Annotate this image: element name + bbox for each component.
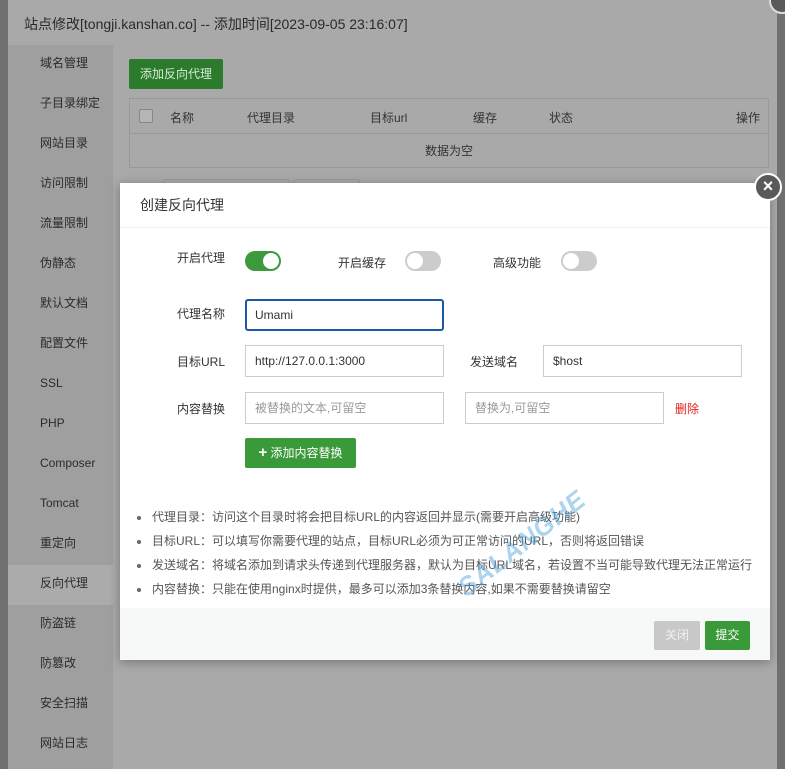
proxy-table: 名称 代理目录 目标url 缓存 状态 操作 数据为空 <box>129 98 769 168</box>
sidebar-item[interactable]: 重定向 <box>8 525 113 565</box>
proxy-name-label: 代理名称 <box>177 307 226 321</box>
advanced-label: 高级功能 <box>493 256 542 270</box>
col-name: 名称 <box>170 111 195 125</box>
dialog-footer: 关闭 提交 <box>120 608 770 660</box>
sidebar-item[interactable]: 流量限制 <box>8 205 113 245</box>
enable-cache-toggle[interactable] <box>405 251 441 271</box>
sidebar-item[interactable]: Tomcat <box>8 485 113 525</box>
delete-replace-link[interactable]: 删除 <box>675 400 699 417</box>
target-url-label: 目标URL <box>177 355 226 369</box>
replace-to-input[interactable]: 替换为,可留空 <box>465 392 664 424</box>
proxy-name-input[interactable]: Umami <box>245 299 444 331</box>
sidebar-item[interactable]: 防盗链 <box>8 605 113 645</box>
enable-proxy-toggle[interactable] <box>245 251 281 271</box>
note-item: 目标URL：可以填写你需要代理的站点，目标URL必须为可正常访问的URL，否则将… <box>136 529 752 553</box>
sidebar: 域名管理 子目录绑定 网站目录 访问限制 流量限制 伪静态 默认文档 配置文件 SSL PHP Co… <box>8 45 113 769</box>
close-button[interactable]: 关闭 <box>654 621 700 650</box>
advanced-toggle[interactable] <box>561 251 597 271</box>
replace-label: 内容替换 <box>177 402 226 416</box>
sidebar-item[interactable]: Composer <box>8 445 113 485</box>
sidebar-item[interactable]: 域名管理 <box>8 45 113 85</box>
sidebar-item[interactable]: 访问限制 <box>8 165 113 205</box>
submit-button[interactable]: 提交 <box>705 621 750 650</box>
sidebar-item[interactable]: 防篡改 <box>8 645 113 685</box>
sidebar-item[interactable]: 安全扫描 <box>8 685 113 725</box>
note-item: 发送域名：将域名添加到请求头传递到代理服务器，默认为目标URL域名，若设置不当可… <box>136 553 752 577</box>
enable-cache-label: 开启缓存 <box>338 256 387 270</box>
add-reverse-proxy-button[interactable]: 添加反向代理 <box>129 59 223 89</box>
sidebar-item[interactable]: 网站目录 <box>8 125 113 165</box>
plus-icon: + <box>258 444 268 461</box>
note-item: 内容替换：只能在使用nginx时提供，最多可以添加3条替换内容,如果不需要替换请… <box>136 577 752 601</box>
help-notes: 代理目录：访问这个目录时将会把目标URL的内容返回并显示(需要开启高级功能) 目… <box>136 505 752 601</box>
col-cache: 缓存 <box>473 111 498 125</box>
empty-message: 数据为空 <box>424 144 473 158</box>
sidebar-item[interactable]: 子目录绑定 <box>8 85 113 125</box>
dialog-close-icon[interactable]: × <box>754 173 782 201</box>
col-status: 状态 <box>549 111 574 125</box>
col-actions: 操作 <box>735 111 760 125</box>
note-item: 代理目录：访问这个目录时将会把目标URL的内容返回并显示(需要开启高级功能) <box>136 505 752 529</box>
select-all-checkbox[interactable] <box>139 109 153 123</box>
enable-proxy-label: 开启代理 <box>177 251 226 265</box>
create-proxy-dialog: 创建反向代理 开启代理 开启缓存 高级功能 代理名称 Umami 目标URL h… <box>120 183 770 660</box>
col-target-url: 目标url <box>370 111 408 125</box>
sidebar-item[interactable]: 网站日志 <box>8 725 113 765</box>
add-replace-button[interactable]: + 添加内容替换 <box>245 438 356 468</box>
sidebar-item[interactable]: 配置文件 <box>8 325 113 365</box>
col-proxy-dir: 代理目录 <box>247 111 296 125</box>
sidebar-item[interactable]: SSL <box>8 365 113 405</box>
send-domain-label: 发送域名 <box>470 355 519 369</box>
table-header: 名称 代理目录 目标url 缓存 状态 操作 <box>130 99 768 134</box>
sidebar-item[interactable]: 默认文档 <box>8 285 113 325</box>
target-url-input[interactable]: http://127.0.0.1:3000 <box>245 345 444 377</box>
dialog-title: 创建反向代理 <box>120 183 770 228</box>
add-replace-label: 添加内容替换 <box>270 446 343 460</box>
sidebar-item[interactable]: PHP <box>8 405 113 445</box>
send-domain-input[interactable]: $host <box>543 345 742 377</box>
window-title: 站点修改[tongji.kanshan.co] -- 添加时间[2023-09-… <box>24 16 408 32</box>
replace-from-input[interactable]: 被替换的文本,可留空 <box>245 392 444 424</box>
sidebar-item[interactable]: 伪静态 <box>8 245 113 285</box>
sidebar-item[interactable]: 反向代理 <box>8 565 113 605</box>
